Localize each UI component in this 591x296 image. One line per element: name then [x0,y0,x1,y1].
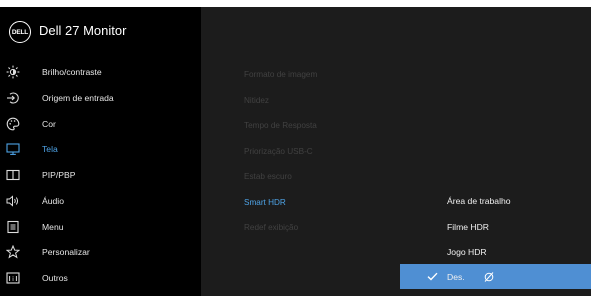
input-source-icon [6,91,20,105]
submenu-item-reset-display[interactable]: Redef exibição [244,223,298,232]
menu-item-label: Origem de entrada [42,92,114,103]
option-label: Des. [447,271,465,282]
others-icon: i [6,271,20,285]
submenu-item-response-time[interactable]: Tempo de Resposta [244,121,317,130]
option-off[interactable]: Des. [400,264,591,289]
submenu-item-sharpness[interactable]: Nitidez [244,96,269,105]
svg-text:i: i [12,274,14,282]
menu-item-input-source[interactable]: Origem de entrada [0,85,201,110]
menu-item-label: Menu [42,221,64,232]
submenu-item-dark-stabilizer[interactable]: Estab escuro [244,172,292,181]
empty-set-icon [483,270,495,288]
menu-item-label: Tela [42,143,58,154]
menu-item-label: Personalizar [42,246,90,257]
option-game-hdr[interactable]: Jogo HDR [400,239,591,264]
submenu-item-usb-c-priority[interactable]: Priorização USB-C [244,147,313,156]
display-icon [6,142,20,156]
color-palette-icon [6,117,20,131]
audio-icon [6,194,20,208]
submenu-item-aspect-ratio[interactable]: Formato de imagem [244,70,317,79]
osd-window: DELL Dell 27 Monitor Brilho/contraste Or… [0,7,591,296]
menu-item-display[interactable]: Tela [0,136,201,161]
header: DELL Dell 27 Monitor [0,7,201,57]
menu-item-label: Cor [42,118,56,129]
menu-item-audio[interactable]: Áudio [0,188,201,213]
option-label: Área de trabalho [447,195,511,206]
menu-item-others[interactable]: i Outros [0,265,201,290]
star-icon [6,244,20,259]
menu-item-personalize[interactable]: Personalizar [0,239,201,264]
dell-logo: DELL [9,21,31,43]
brightness-icon [6,65,20,79]
menu-item-label: PIP/PBP [42,169,76,180]
menu-item-color[interactable]: Cor [0,111,201,136]
checkmark-icon [427,264,438,289]
submenu-item-smart-hdr[interactable]: Smart HDR [244,198,286,207]
option-movie-hdr[interactable]: Filme HDR [400,214,591,239]
menu-item-pip-pbp[interactable]: PIP/PBP [0,162,201,187]
option-label: Jogo HDR [447,246,487,257]
sidebar: DELL Dell 27 Monitor Brilho/contraste Or… [0,7,201,296]
menu-icon [6,220,20,234]
menu-item-label: Outros [42,272,68,283]
option-desktop[interactable]: Área de trabalho [400,188,591,213]
menu-item-label: Brilho/contraste [42,66,102,77]
menu-item-brightness[interactable]: Brilho/contraste [0,59,201,84]
menu-item-label: Áudio [42,195,64,206]
menu-item-menu[interactable]: Menu [0,214,201,239]
monitor-title: Dell 27 Monitor [39,23,127,38]
option-label: Filme HDR [447,221,490,232]
pip-pbp-icon [6,168,20,182]
